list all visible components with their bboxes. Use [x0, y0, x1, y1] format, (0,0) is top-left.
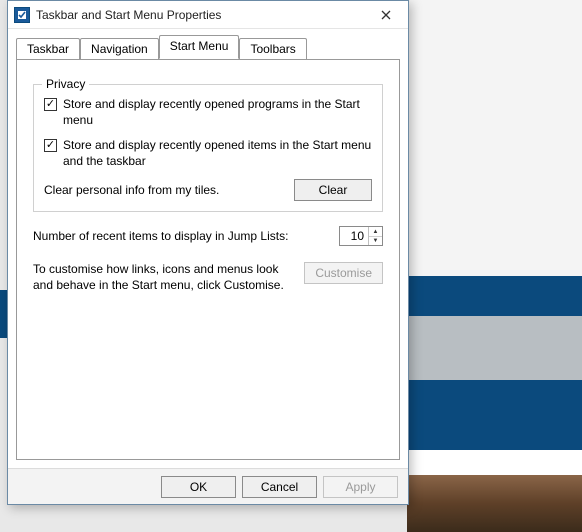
clear-tiles-label: Clear personal info from my tiles. [44, 183, 294, 197]
spinner-buttons: ▲ ▼ [368, 227, 382, 245]
jumplist-spinner: ▲ ▼ [339, 226, 383, 246]
store-items-checkbox[interactable] [44, 139, 57, 152]
dialog-footer: OK Cancel Apply [8, 468, 408, 504]
privacy-group-title: Privacy [42, 77, 89, 91]
store-programs-checkbox[interactable] [44, 98, 57, 111]
clear-tiles-row: Clear personal info from my tiles. Clear [44, 179, 372, 201]
privacy-group: Privacy Store and display recently opene… [33, 84, 383, 212]
tab-start-menu[interactable]: Start Menu [159, 35, 240, 59]
store-programs-row: Store and display recently opened progra… [44, 97, 372, 128]
properties-dialog: Taskbar and Start Menu Properties Taskba… [7, 0, 409, 505]
apply-button[interactable]: Apply [323, 476, 398, 498]
close-button[interactable] [370, 5, 402, 25]
background-region [407, 475, 582, 532]
jumplist-row: Number of recent items to display in Jum… [33, 226, 383, 246]
store-items-label: Store and display recently opened items … [63, 138, 372, 169]
tab-content-start-menu: Privacy Store and display recently opene… [16, 59, 400, 460]
background-region [407, 316, 582, 380]
cancel-button[interactable]: Cancel [242, 476, 317, 498]
customise-hint: To customise how links, icons and menus … [33, 262, 294, 293]
ok-button[interactable]: OK [161, 476, 236, 498]
tab-taskbar[interactable]: Taskbar [16, 38, 80, 60]
store-items-row: Store and display recently opened items … [44, 138, 372, 169]
spinner-down[interactable]: ▼ [369, 237, 382, 246]
spinner-up[interactable]: ▲ [369, 227, 382, 237]
tab-navigation[interactable]: Navigation [80, 38, 159, 60]
background-region [407, 0, 582, 276]
jumplist-label: Number of recent items to display in Jum… [33, 229, 339, 243]
background-region [407, 276, 582, 316]
customise-button[interactable]: Customise [304, 262, 383, 284]
tabstrip: Taskbar Navigation Start Menu Toolbars [8, 29, 408, 59]
customise-row: To customise how links, icons and menus … [33, 262, 383, 293]
store-programs-label: Store and display recently opened progra… [63, 97, 372, 128]
clear-button[interactable]: Clear [294, 179, 372, 201]
window-title: Taskbar and Start Menu Properties [36, 8, 370, 22]
app-icon [14, 7, 30, 23]
close-icon [381, 10, 391, 20]
tab-toolbars[interactable]: Toolbars [239, 38, 306, 60]
titlebar: Taskbar and Start Menu Properties [8, 1, 408, 29]
jumplist-input[interactable] [340, 227, 368, 245]
background-region [407, 380, 582, 450]
